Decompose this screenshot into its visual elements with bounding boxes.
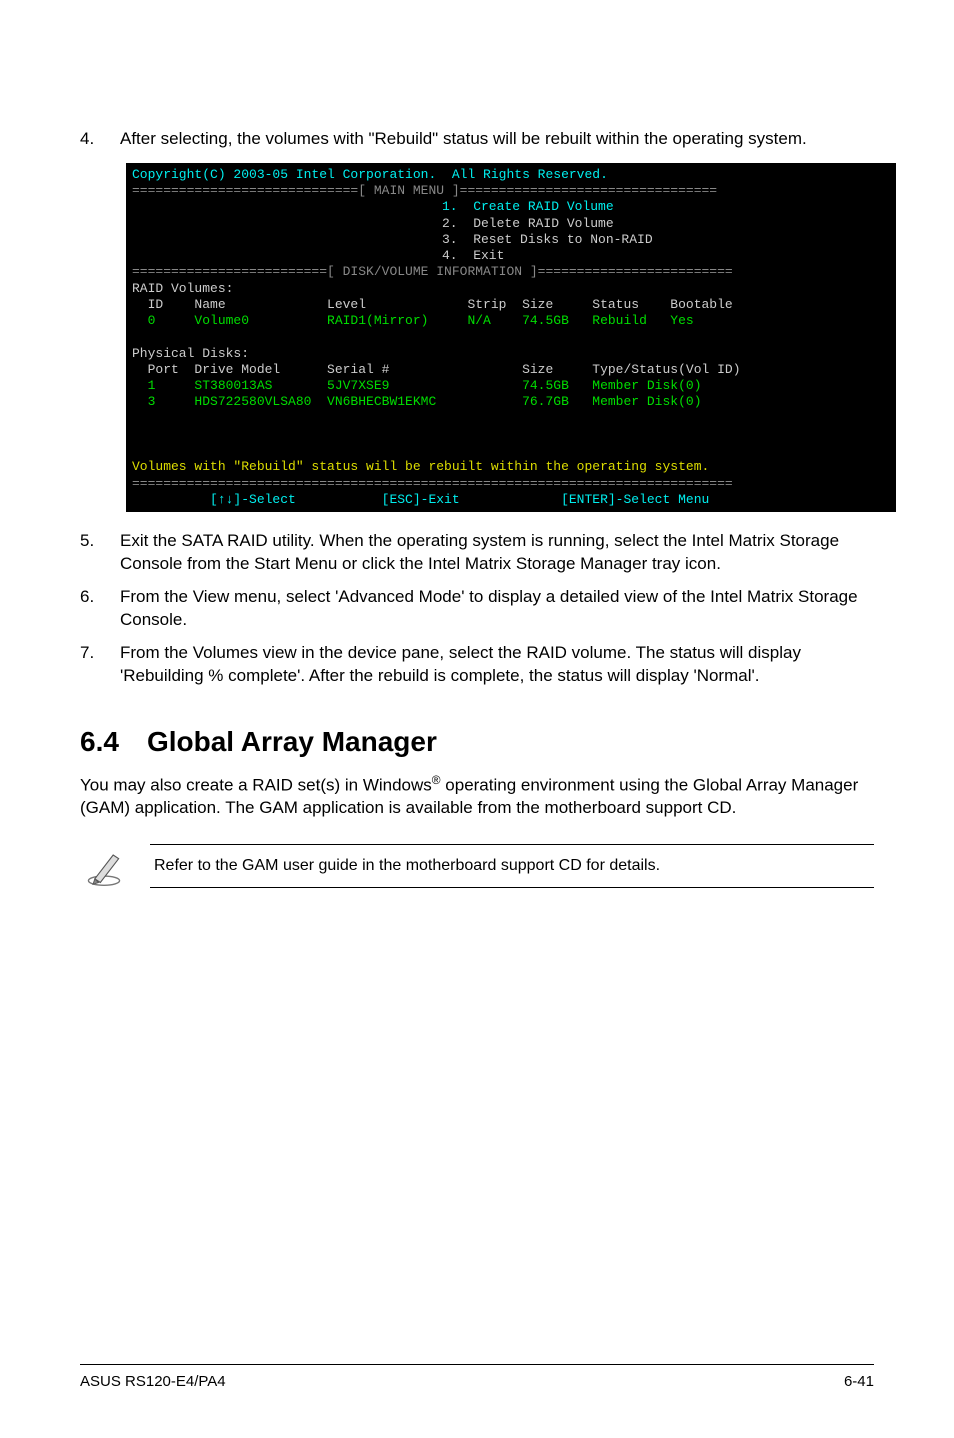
term-menu-1: 1. Create RAID Volume (132, 199, 890, 215)
step-6-num: 6. (80, 586, 120, 632)
heading-number: 6.4 (80, 726, 119, 758)
term-menu-3: 3. Reset Disks to Non-RAID (132, 232, 890, 248)
bios-screenshot: Copyright(C) 2003-05 Intel Corporation. … (126, 163, 896, 512)
section-heading: 6.4 Global Array Manager (80, 726, 874, 758)
step-5: 5. Exit the SATA RAID utility. When the … (80, 530, 874, 576)
step-5-text: Exit the SATA RAID utility. When the ope… (120, 530, 874, 576)
term-menu-4: 4. Exit (132, 248, 890, 264)
step-5-num: 5. (80, 530, 120, 576)
step-7-num: 7. (80, 642, 120, 688)
term-phys-header: Physical Disks: (132, 346, 890, 362)
page-footer: ASUS RS120-E4/PA4 6-41 (80, 1364, 874, 1390)
term-phys-row-2: 3 HDS722580VLSA80 VN6BHECBW1EKMC 76.7GB … (132, 394, 890, 410)
step-4: 4. After selecting, the volumes with "Re… (80, 128, 874, 151)
section-intro: You may also create a RAID set(s) in Win… (80, 772, 874, 821)
term-phys-row-1: 1 ST380013AS 5JV7XSE9 74.5GB Member Disk… (132, 378, 890, 394)
registered-mark: ® (432, 773, 441, 787)
step-4-num: 4. (80, 128, 120, 151)
footer-page: 6-41 (844, 1373, 874, 1390)
step-4-text: After selecting, the volumes with "Rebui… (120, 128, 874, 151)
term-raid-cols: ID Name Level Strip Size Status Bootable (132, 297, 890, 313)
term-menu-2: 2. Delete RAID Volume (132, 216, 890, 232)
term-raid-header: RAID Volumes: (132, 281, 890, 297)
term-raid-row: 0 Volume0 RAID1(Mirror) N/A 74.5GB Rebui… (132, 313, 890, 329)
step-6: 6. From the View menu, select 'Advanced … (80, 586, 874, 632)
term-copyright: Copyright(C) 2003-05 Intel Corporation. … (132, 167, 890, 183)
step-6-text: From the View menu, select 'Advanced Mod… (120, 586, 874, 632)
pencil-note-icon (80, 842, 128, 890)
note-text: Refer to the GAM user guide in the mothe… (150, 844, 874, 888)
heading-title: Global Array Manager (147, 726, 437, 758)
step-7: 7. From the Volumes view in the device p… (80, 642, 874, 688)
term-status-message: Volumes with "Rebuild" status will be re… (132, 459, 890, 475)
note-block: Refer to the GAM user guide in the mothe… (80, 842, 874, 890)
step-7-text: From the Volumes view in the device pane… (120, 642, 874, 688)
term-main-menu-divider: =============================[ MAIN MENU… (132, 183, 890, 199)
footer-model: ASUS RS120-E4/PA4 (80, 1373, 226, 1390)
term-info-divider: =========================[ DISK/VOLUME I… (132, 264, 890, 280)
term-help-line: [↑↓]-Select [ESC]-Exit [ENTER]-Select Me… (132, 492, 890, 508)
term-phys-cols: Port Drive Model Serial # Size Type/Stat… (132, 362, 890, 378)
